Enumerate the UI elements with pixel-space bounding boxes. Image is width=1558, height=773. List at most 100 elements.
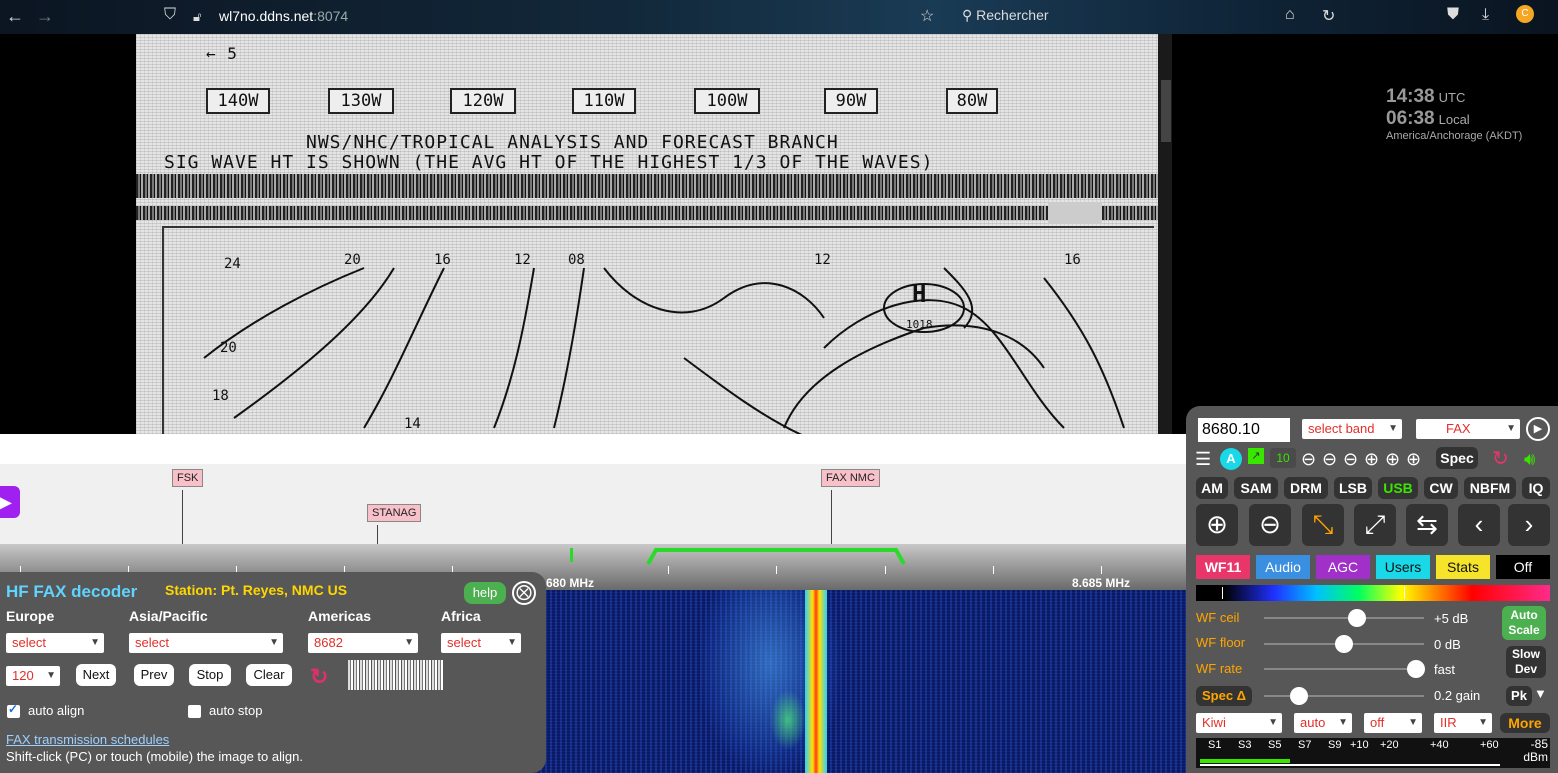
download-icon[interactable]: ⤓ xyxy=(1482,6,1489,24)
reload-icon[interactable]: ↻ xyxy=(1492,446,1509,471)
page-right-icon[interactable]: › xyxy=(1508,504,1550,546)
zoom-out-icon[interactable]: ⊖ xyxy=(1249,504,1291,546)
stop-button[interactable]: Stop xyxy=(189,664,231,686)
auto-select[interactable]: auto ▼ xyxy=(1294,713,1352,733)
zoom-out-max-icon[interactable]: ⊖ xyxy=(1301,449,1316,470)
fax-schedules-link[interactable]: FAX transmission schedules xyxy=(6,732,169,747)
close-icon[interactable]: ⨂ xyxy=(512,581,536,605)
more-button[interactable]: More xyxy=(1500,713,1550,733)
mode-usb-button[interactable]: USB xyxy=(1378,477,1418,499)
tab-off[interactable]: Off xyxy=(1496,555,1550,579)
fax-longitude-box: 110W xyxy=(572,88,636,114)
mode-drm-button[interactable]: DRM xyxy=(1284,477,1328,499)
refresh-icon[interactable]: ↻ xyxy=(310,664,328,690)
next-button[interactable]: Next xyxy=(76,664,116,686)
url-bar[interactable]: wl7no.ddns.net:8074 xyxy=(219,8,348,24)
band-select[interactable]: select band ▼ xyxy=(1302,419,1402,439)
zoom-out-small-icon[interactable]: ⊖ xyxy=(1343,449,1358,470)
off-select[interactable]: off ▼ xyxy=(1364,713,1422,733)
tab-stats[interactable]: Stats xyxy=(1436,555,1490,579)
iir-select[interactable]: IIR ▼ xyxy=(1434,713,1492,733)
mode-sam-button[interactable]: SAM xyxy=(1234,477,1278,499)
auto-scale-button[interactable]: Auto Scale xyxy=(1502,606,1546,640)
fax-bottom-margin xyxy=(0,434,1186,464)
page-left-icon[interactable]: ‹ xyxy=(1458,504,1500,546)
zoom-max-out-icon[interactable]: ⤢ xyxy=(1354,504,1396,546)
lpm-select[interactable]: 120 ▼ xyxy=(6,666,60,686)
slider-knob[interactable] xyxy=(1407,660,1425,678)
americas-select[interactable]: 8682 ▼ xyxy=(308,633,418,653)
spec-delta-button[interactable]: Spec Δ xyxy=(1196,686,1252,706)
zoom-in-icon[interactable]: ⊕ xyxy=(1196,504,1238,546)
passband-indicator[interactable] xyxy=(646,546,916,568)
auto-align-checkbox[interactable]: ✓ xyxy=(7,702,20,718)
mode-am-button[interactable]: AM xyxy=(1196,477,1228,499)
slider-knob[interactable] xyxy=(1335,635,1353,653)
spec-button[interactable]: Spec xyxy=(1436,447,1478,469)
peak-button[interactable]: Pk xyxy=(1506,686,1532,706)
account-avatar[interactable]: C xyxy=(1516,5,1534,23)
menu-icon[interactable]: ☰ xyxy=(1195,449,1211,470)
chevron-down-icon: ▼ xyxy=(46,670,56,681)
tab-wf[interactable]: WF11 xyxy=(1196,555,1250,579)
help-button[interactable]: help xyxy=(464,582,506,604)
frequency-input[interactable]: 8680.10 xyxy=(1198,418,1290,442)
reload-icon[interactable]: ↻ xyxy=(1322,6,1335,26)
asia-pacific-select[interactable]: select ▼ xyxy=(129,633,283,653)
mode-iq-button[interactable]: IQ xyxy=(1522,477,1550,499)
mode-select[interactable]: FAX ▼ xyxy=(1416,419,1520,439)
mode-nbfm-button[interactable]: NBFM xyxy=(1464,477,1516,499)
pocket-icon[interactable]: ⛊ xyxy=(1447,6,1459,24)
search-box[interactable]: ⚲ Rechercher xyxy=(962,7,1049,24)
clear-button[interactable]: Clear xyxy=(246,664,292,686)
colormap-min-marker[interactable] xyxy=(1222,587,1223,599)
chevron-down-icon[interactable]: ▼ xyxy=(1534,686,1547,701)
wf-floor-slider[interactable] xyxy=(1264,635,1424,653)
speaker-icon[interactable]: 🔊︎ xyxy=(1524,449,1535,470)
play-icon[interactable]: ▶ xyxy=(1526,417,1550,441)
kiwi-select[interactable]: Kiwi ▼ xyxy=(1196,713,1282,733)
fax-scrollbar-thumb[interactable] xyxy=(1161,80,1171,142)
lock-icon[interactable]: 🔓︎ xyxy=(193,9,201,25)
tab-users[interactable]: Users xyxy=(1376,555,1430,579)
toggle-direction-icon[interactable]: ⇆ xyxy=(1406,504,1448,546)
colormap-bar[interactable] xyxy=(1196,585,1550,601)
mode-lsb-button[interactable]: LSB xyxy=(1334,477,1372,499)
fax-scrollbar[interactable] xyxy=(1158,34,1172,434)
marker-fsk[interactable]: FSK xyxy=(172,469,204,487)
mode-cw-button[interactable]: CW xyxy=(1424,477,1458,499)
slider-knob[interactable] xyxy=(1290,687,1309,705)
shield-icon[interactable]: ⛉ xyxy=(164,6,176,24)
europe-select[interactable]: select ▼ xyxy=(6,633,104,653)
colormap-max-marker[interactable] xyxy=(1404,587,1405,599)
zoom-in-small-icon[interactable]: ⊕ xyxy=(1364,449,1379,470)
zoom-out-icon[interactable]: ⊖ xyxy=(1322,449,1337,470)
tab-agc[interactable]: AGC xyxy=(1316,555,1370,579)
forward-arrow-icon[interactable]: → xyxy=(36,6,54,27)
zoom-in-max-icon[interactable]: ⊕ xyxy=(1406,449,1421,470)
wf-rate-slider[interactable] xyxy=(1264,660,1425,678)
external-link-icon[interactable]: ↗ xyxy=(1248,448,1264,464)
s-meter-scale-label: S7 xyxy=(1298,739,1312,751)
zoom-to-band-icon[interactable]: ⤡ xyxy=(1302,504,1344,546)
extension-play-icon[interactable]: ▶ xyxy=(0,486,20,518)
carrier-marker xyxy=(570,548,573,562)
fax-image[interactable]: ← 5 140W 130W 120W 110W 100W 90W 80W NWS… xyxy=(136,34,1158,434)
fax-thumbnail[interactable] xyxy=(348,660,444,690)
marker-fax-nmc[interactable]: FAX NMC xyxy=(821,469,880,487)
prev-button[interactable]: Prev xyxy=(134,664,174,686)
zoom-in-icon[interactable]: ⊕ xyxy=(1385,449,1400,470)
marker-stanag[interactable]: STANAG xyxy=(367,504,422,522)
auto-icon[interactable]: A xyxy=(1220,448,1242,470)
home-icon[interactable]: ⌂ xyxy=(1285,6,1295,24)
wf-ceil-slider[interactable] xyxy=(1264,609,1424,627)
bookmark-star-icon[interactable]: ☆ xyxy=(920,6,934,26)
africa-select[interactable]: select ▼ xyxy=(441,633,521,653)
back-arrow-icon[interactable]: ← xyxy=(6,6,24,27)
slow-dev-button[interactable]: Slow Dev xyxy=(1506,646,1546,678)
chevron-down-icon: ▼ xyxy=(507,637,517,648)
gain-slider[interactable] xyxy=(1264,687,1424,705)
slider-knob[interactable] xyxy=(1347,609,1366,627)
auto-stop-checkbox[interactable] xyxy=(188,705,201,718)
tab-audio[interactable]: Audio xyxy=(1256,555,1310,579)
